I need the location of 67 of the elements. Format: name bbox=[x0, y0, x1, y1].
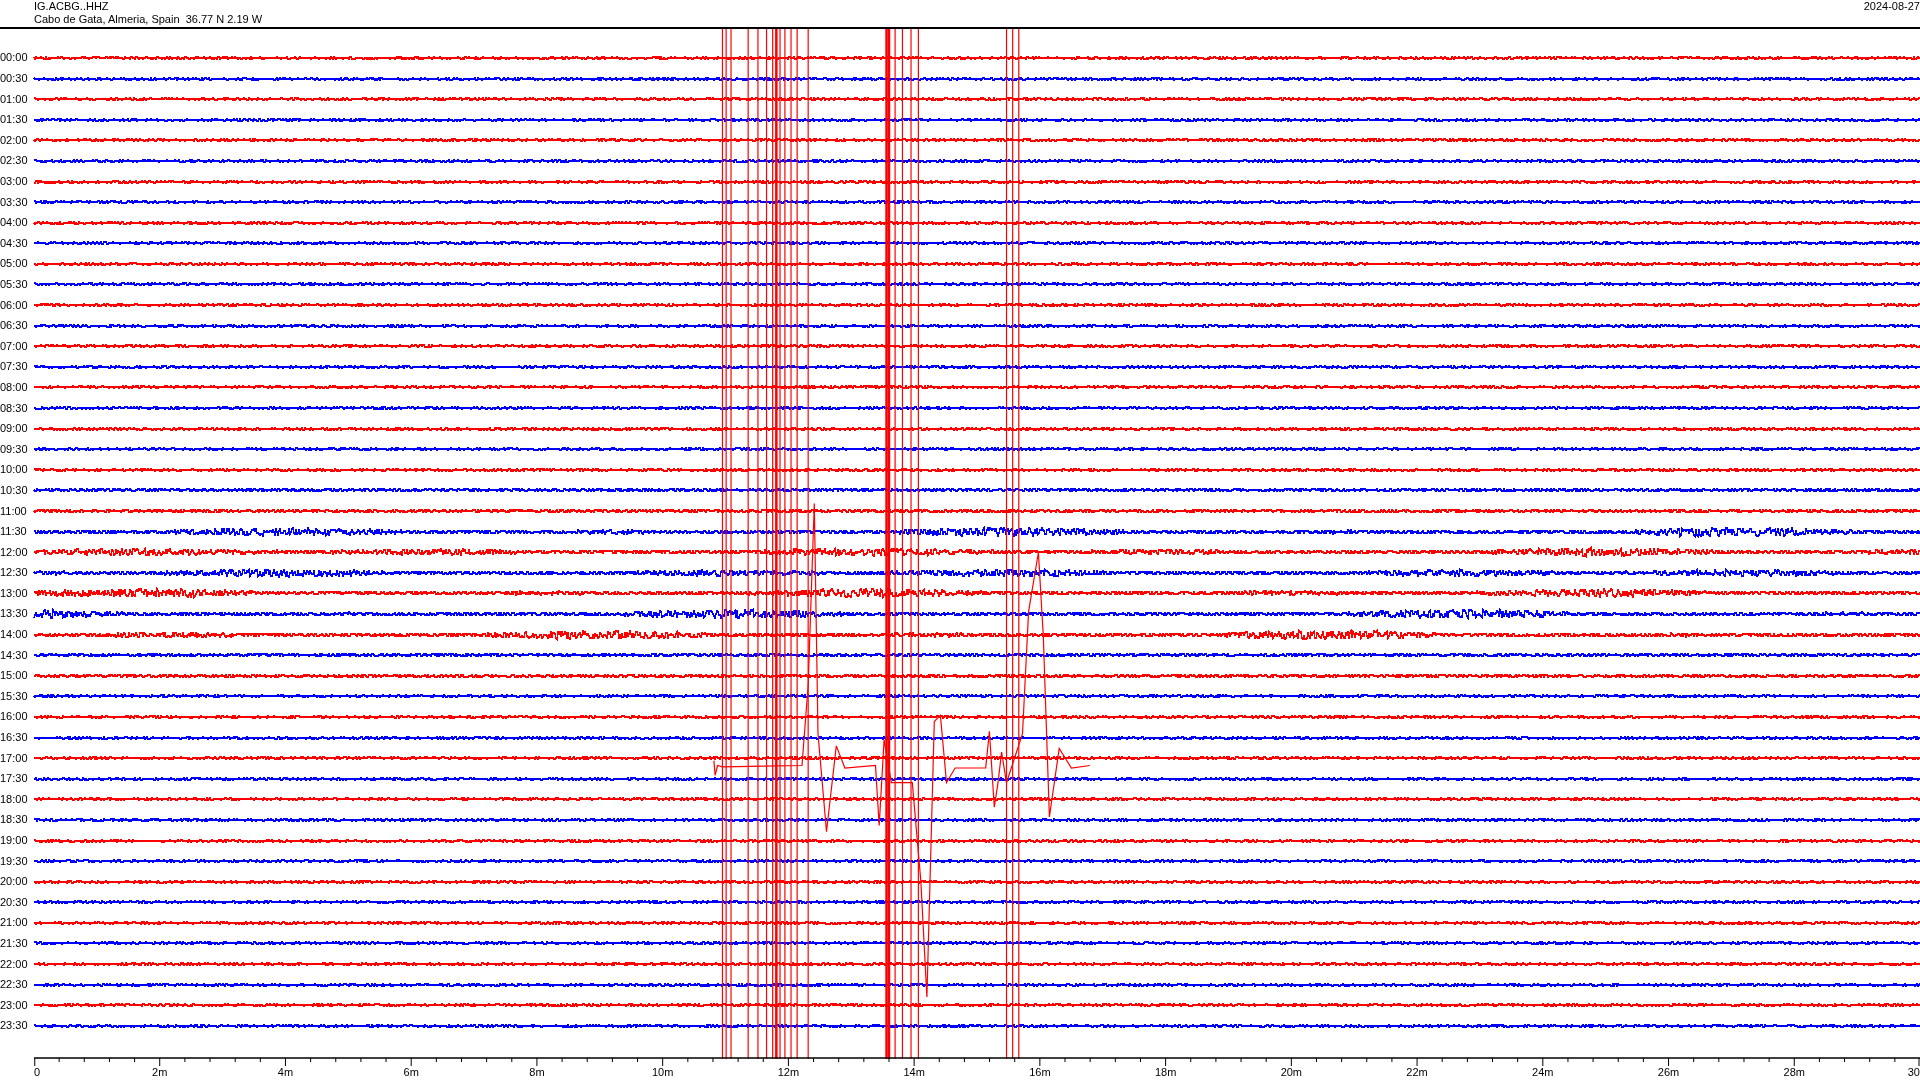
time-label: 04:00 bbox=[0, 217, 29, 229]
axis-label: 2m bbox=[152, 1067, 168, 1079]
time-label: 22:00 bbox=[0, 958, 29, 970]
time-label: 14:00 bbox=[0, 629, 29, 641]
time-label: 18:00 bbox=[0, 793, 29, 805]
time-label: 21:00 bbox=[0, 917, 29, 929]
time-label: 05:00 bbox=[0, 258, 29, 270]
time-label: 08:30 bbox=[0, 402, 29, 414]
time-label: 18:30 bbox=[0, 814, 29, 826]
time-label: 20:30 bbox=[0, 896, 29, 908]
time-label: 19:30 bbox=[0, 855, 29, 867]
axis-label: 0 bbox=[34, 1067, 41, 1079]
time-label: 11:00 bbox=[0, 505, 28, 517]
axis-label: 8m bbox=[529, 1067, 545, 1079]
time-label: 01:30 bbox=[0, 114, 29, 126]
time-label: 06:00 bbox=[0, 299, 29, 311]
time-label: 09:30 bbox=[0, 443, 29, 455]
axis-label: 26m bbox=[1657, 1067, 1680, 1079]
time-label: 23:30 bbox=[0, 1020, 29, 1032]
time-label: 17:00 bbox=[0, 752, 29, 764]
time-label: 11:30 bbox=[0, 526, 28, 538]
time-label: 08:00 bbox=[0, 381, 29, 393]
time-label: 15:30 bbox=[0, 690, 29, 702]
axis-label: 22m bbox=[1406, 1067, 1428, 1079]
station-code: IG.ACBG..HHZ bbox=[34, 0, 110, 13]
time-label: 10:00 bbox=[0, 464, 29, 476]
date-label: 2024-08-27 bbox=[1863, 0, 1920, 14]
axis-label: 24m bbox=[1532, 1067, 1554, 1079]
axis-label: 18m bbox=[1154, 1067, 1177, 1079]
axis-label: 30 bbox=[1907, 1067, 1920, 1079]
time-label: 16:00 bbox=[0, 711, 29, 723]
time-label: 23:00 bbox=[0, 999, 29, 1011]
time-label: 20:00 bbox=[0, 876, 29, 888]
time-label: 07:30 bbox=[0, 361, 29, 373]
time-label: 13:00 bbox=[0, 587, 29, 599]
time-label: 14:30 bbox=[0, 649, 29, 661]
time-label: 01:00 bbox=[0, 93, 29, 105]
time-label: 02:00 bbox=[0, 134, 29, 146]
time-label: 07:00 bbox=[0, 340, 29, 352]
axis-label: 6m bbox=[403, 1067, 419, 1079]
time-label: 19:00 bbox=[0, 835, 29, 846]
time-label: 10:30 bbox=[0, 484, 29, 496]
time-label: 05:30 bbox=[0, 279, 29, 290]
time-label: 09:00 bbox=[0, 423, 29, 435]
axis-label: 12m bbox=[777, 1067, 800, 1079]
axis-label: 28m bbox=[1783, 1067, 1805, 1079]
time-label: 16:30 bbox=[0, 732, 29, 744]
time-label: 00:00 bbox=[0, 52, 29, 64]
time-label: 00:30 bbox=[0, 73, 29, 85]
time-label: 03:30 bbox=[0, 196, 29, 208]
axis-label: 10m bbox=[651, 1067, 674, 1079]
axis-label: 4m bbox=[277, 1067, 294, 1079]
time-label: 06:30 bbox=[0, 320, 29, 332]
time-label: 15:00 bbox=[0, 670, 29, 682]
time-label: 12:30 bbox=[0, 567, 29, 579]
time-label: 21:30 bbox=[0, 938, 29, 949]
station-location: Cabo de Gata, Almeria, Spain 36.77 N 2.19 W bbox=[34, 13, 263, 26]
axis-label: 16m bbox=[1029, 1067, 1051, 1079]
time-label: 04:30 bbox=[0, 237, 29, 249]
time-label: 12:00 bbox=[0, 546, 29, 558]
time-label: 13:30 bbox=[0, 608, 29, 620]
time-label: 02:30 bbox=[0, 155, 29, 167]
axis-label: 20m bbox=[1280, 1067, 1303, 1079]
axis-label: 14m bbox=[903, 1067, 925, 1079]
time-label: 17:30 bbox=[0, 773, 29, 785]
time-label: 22:30 bbox=[0, 979, 29, 991]
time-label: 03:00 bbox=[0, 176, 29, 187]
